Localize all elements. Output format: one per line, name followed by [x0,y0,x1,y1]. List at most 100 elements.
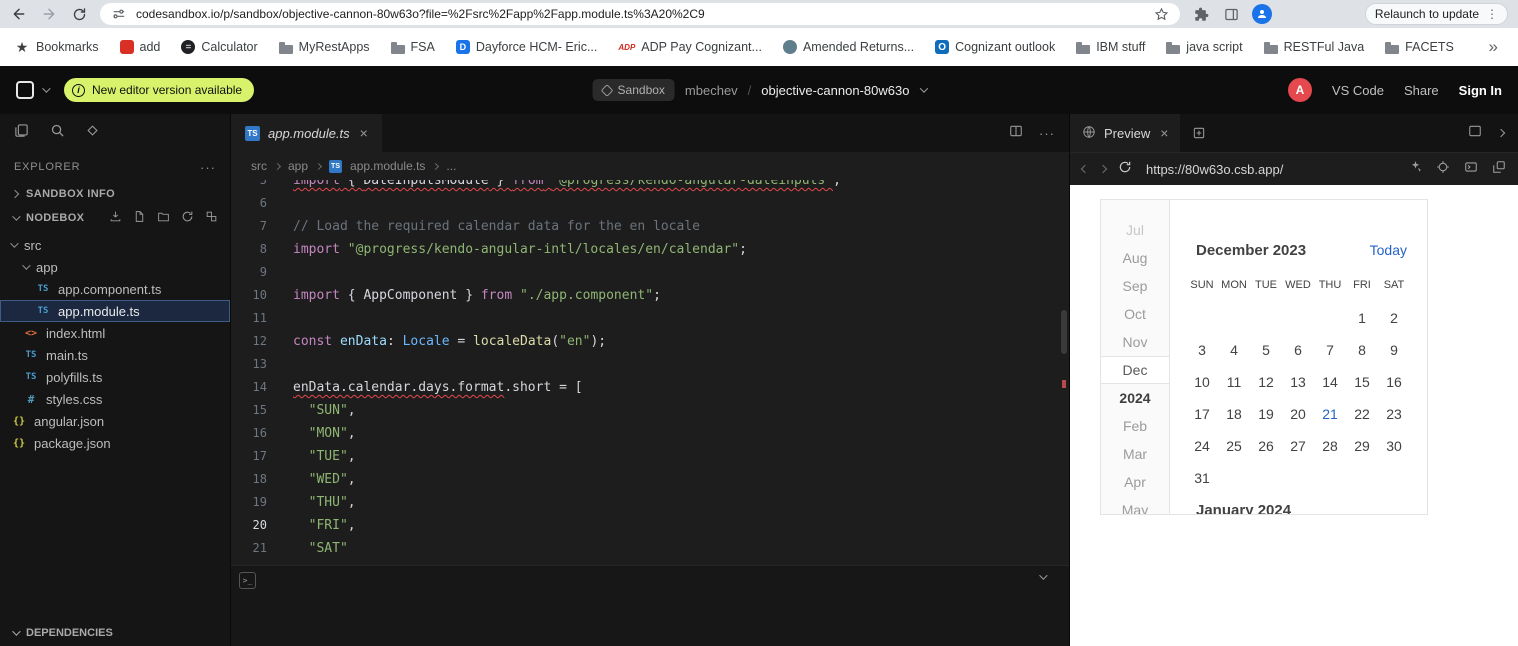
logo-menu-chevron-icon[interactable] [42,84,50,92]
open-new-window-icon[interactable] [1492,160,1506,179]
calendar-date-cell[interactable]: 5 [1250,334,1282,366]
user-avatar[interactable]: A [1288,78,1312,102]
breadcrumb-symbol[interactable]: ... [446,159,456,173]
bookmark-item[interactable]: DDayforce HCM- Eric... [456,40,598,54]
sandbox-info-section[interactable]: SANDBOX INFO [0,182,230,206]
calendar-date-cell[interactable]: 30 [1378,430,1410,462]
dependencies-section[interactable]: DEPENDENCIES [0,620,230,646]
preview-forward-icon[interactable] [1099,165,1107,173]
sandbox-badge[interactable]: Sandbox [593,79,675,101]
calendar-month-item[interactable]: Feb [1101,412,1169,440]
bookmark-item[interactable]: Amended Returns... [783,40,914,54]
tree-folder-app[interactable]: app [0,256,230,278]
tree-file-app.module.ts[interactable]: TSapp.module.ts [0,300,230,322]
tree-file-polyfills.ts[interactable]: TSpolyfills.ts [0,366,230,388]
explorer-more-icon[interactable]: ··· [200,160,216,175]
calendar-date-cell[interactable]: 31 [1186,462,1218,494]
breadcrumb-file[interactable]: app.module.ts [350,159,425,173]
inspect-icon[interactable] [1409,160,1422,178]
calendar-date-cell[interactable]: 12 [1250,366,1282,398]
bookmark-item[interactable]: FACETS [1385,40,1454,54]
target-icon[interactable] [1436,160,1450,179]
owner-name[interactable]: mbechev [685,83,738,98]
tree-file-styles.css[interactable]: #styles.css [0,388,230,410]
bookmark-item[interactable]: IBM stuff [1076,40,1145,54]
calendar-date-cell[interactable]: 24 [1186,430,1218,462]
devtools-icon[interactable] [86,124,99,142]
calendar-date-cell[interactable]: 13 [1282,366,1314,398]
preview-url[interactable]: https://80w63o.csb.app/ [1144,162,1397,177]
tree-file-app.component.ts[interactable]: TSapp.component.ts [0,278,230,300]
calendar-month-item[interactable]: Oct [1101,300,1169,328]
nodebox-section[interactable]: NODEBOX [0,206,230,230]
editor-tab-app-module[interactable]: TS app.module.ts × [231,114,382,152]
side-panel-icon[interactable] [1222,5,1240,23]
preview-reload-icon[interactable] [1118,160,1132,179]
bookmark-item[interactable]: OCognizant outlook [935,40,1055,54]
add-devtool-icon[interactable] [1192,126,1206,140]
preview-tab[interactable]: Preview × [1070,114,1180,152]
calendar-today-link[interactable]: Today [1370,242,1407,258]
calendar-date-cell[interactable]: 27 [1282,430,1314,462]
site-info-icon[interactable] [110,5,128,23]
calendar-month-item[interactable]: May [1101,496,1169,515]
tree-file-index.html[interactable]: <>index.html [0,322,230,344]
calendar-date-cell[interactable]: 8 [1346,334,1378,366]
bookmarks-overflow-icon[interactable]: » [1483,37,1504,57]
calendar-date-cell[interactable]: 16 [1378,366,1410,398]
calendar-date-cell[interactable]: 10 [1186,366,1218,398]
calendar-month-item[interactable]: Jul [1101,216,1169,244]
calendar-month-item[interactable]: Sep [1101,272,1169,300]
share-button[interactable]: Share [1404,83,1439,98]
preview-back-icon[interactable] [1081,165,1089,173]
tree-file-main.ts[interactable]: TSmain.ts [0,344,230,366]
calendar-month-item[interactable]: Mar [1101,440,1169,468]
calendar-date-cell[interactable]: 11 [1218,366,1250,398]
project-menu-chevron-icon[interactable] [920,84,928,92]
tree-folder-src[interactable]: src [0,234,230,256]
calendar-date-cell[interactable]: 25 [1218,430,1250,462]
refresh-icon[interactable] [181,210,194,226]
bookmark-item[interactable]: RESTFul Java [1264,40,1365,54]
new-file-icon[interactable] [133,210,146,226]
new-editor-version-banner[interactable]: i New editor version available [64,78,254,102]
bookmark-item[interactable]: =Calculator [181,40,257,54]
tree-file-angular.json[interactable]: {}angular.json [0,410,230,432]
calendar-date-cell[interactable]: 14 [1314,366,1346,398]
calendar-date-cell[interactable]: 19 [1250,398,1282,430]
calendar-date-cell[interactable]: 17 [1186,398,1218,430]
files-icon[interactable] [14,123,29,143]
calendar-date-cell[interactable]: 9 [1378,334,1410,366]
tree-file-package.json[interactable]: {}package.json [0,432,230,454]
chevron-right-icon[interactable] [1497,129,1505,137]
project-name[interactable]: objective-cannon-80w63o [761,83,909,98]
editor-scrollbar[interactable] [1061,310,1067,354]
collapse-panel-chevron-icon[interactable] [1039,571,1047,579]
signin-button[interactable]: Sign In [1459,83,1502,98]
editor-more-icon[interactable]: ··· [1039,126,1055,141]
bookmark-item[interactable]: ADPADP Pay Cognizant... [618,39,762,55]
bookmark-item[interactable]: MyRestApps [279,40,370,54]
calendar-date-cell[interactable]: 22 [1346,398,1378,430]
calendar-month-item[interactable]: Apr [1101,468,1169,496]
search-icon[interactable] [50,123,65,143]
calendar-month-item[interactable]: 2024 [1101,384,1169,412]
bookmark-star-icon[interactable] [1152,5,1170,23]
calendar-date-cell[interactable]: 7 [1314,334,1346,366]
calendar-date-cell[interactable]: 4 [1218,334,1250,366]
calendar-date-cell[interactable]: 23 [1378,398,1410,430]
calendar-date-cell[interactable]: 28 [1314,430,1346,462]
calendar-month-item[interactable]: Nov [1101,328,1169,356]
chrome-menu-icon[interactable]: ⋮ [1486,7,1498,21]
calendar-month-item[interactable]: Dec [1101,356,1169,384]
bookmark-item[interactable]: java script [1166,40,1242,54]
forward-icon[interactable] [40,5,58,23]
vscode-button[interactable]: VS Code [1332,83,1384,98]
layout-panel-icon[interactable] [1468,124,1482,143]
address-bar[interactable]: codesandbox.io/p/sandbox/objective-canno… [100,3,1180,25]
calendar-date-cell[interactable]: 29 [1346,430,1378,462]
back-icon[interactable] [10,5,28,23]
profile-avatar[interactable] [1252,4,1272,24]
calendar-date-cell[interactable]: 26 [1250,430,1282,462]
breadcrumb-app[interactable]: app [288,159,308,173]
